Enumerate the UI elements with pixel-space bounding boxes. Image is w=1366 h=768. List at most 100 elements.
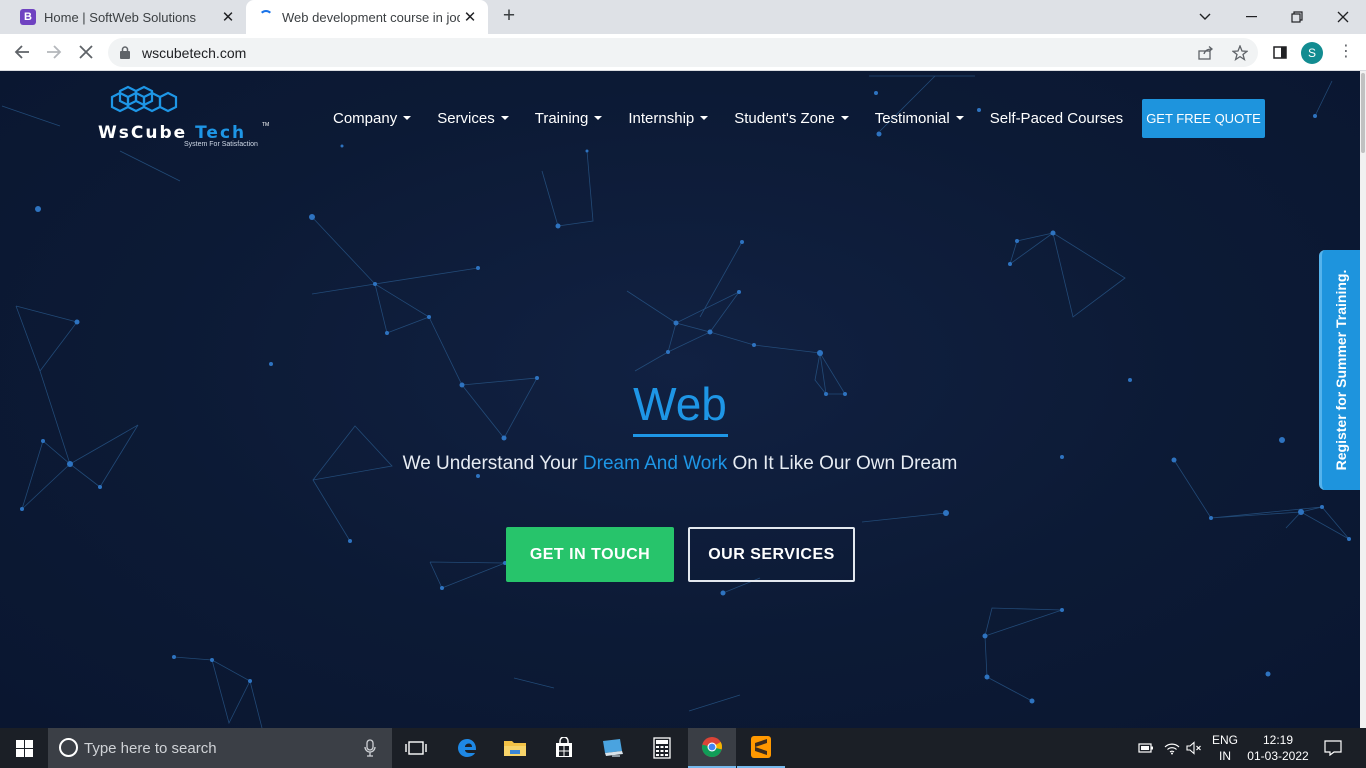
our-services-button[interactable]: OUR SERVICES — [688, 527, 855, 582]
nav-label: Testimonial — [874, 109, 950, 127]
hero-tagline: We Understand Your Dream And Work On It … — [330, 453, 1030, 475]
hero-rotating-word: Web — [633, 378, 727, 430]
caret-down-icon — [594, 116, 603, 120]
close-tab-icon[interactable]: ✕ — [218, 7, 238, 27]
taskbar-search-box[interactable]: Type here to search — [48, 728, 392, 768]
taskbar-chrome[interactable] — [688, 728, 736, 768]
profile-avatar[interactable]: S — [1301, 42, 1323, 64]
speaker-muted-icon[interactable] — [1184, 728, 1204, 768]
battery-icon[interactable] — [1136, 728, 1156, 768]
close-tab-icon[interactable]: ✕ — [460, 7, 480, 27]
notification-center-icon[interactable] — [1320, 728, 1346, 768]
tab-search-chevron-icon[interactable] — [1182, 0, 1228, 34]
windows-logo-icon — [15, 739, 33, 757]
clock-time: 12:19 — [1262, 733, 1294, 747]
get-in-touch-button[interactable]: GET IN TOUCH — [506, 527, 674, 582]
forward-button[interactable] — [40, 38, 68, 66]
minimize-button[interactable] — [1228, 0, 1274, 34]
tab-title: Home | SoftWeb Solutions — [44, 9, 196, 25]
chrome-icon — [701, 737, 723, 758]
microphone-icon[interactable] — [364, 739, 376, 762]
back-button[interactable] — [8, 38, 36, 66]
nav-item-internship[interactable]: Internship — [628, 109, 709, 127]
scrollbar-thumb[interactable] — [1361, 73, 1365, 153]
close-window-button[interactable] — [1320, 0, 1366, 34]
windows-start-button[interactable] — [0, 728, 48, 768]
lang-code: ENG — [1211, 733, 1238, 747]
cortana-icon — [59, 738, 78, 757]
task-view-icon — [405, 741, 427, 755]
caret-down-icon — [500, 116, 509, 120]
restore-button[interactable] — [1274, 0, 1320, 34]
tab-title: Web development course in jodh — [282, 9, 460, 25]
tagline-highlight: Dream And Work — [582, 453, 728, 474]
caret-down-icon — [700, 116, 709, 120]
taskbar-file-explorer[interactable] — [491, 728, 539, 768]
computer-icon — [603, 739, 623, 757]
nav-label: Internship — [628, 109, 695, 127]
browser-toolbar: wscubetech.com S ⋮ — [0, 34, 1366, 71]
calculator-icon — [653, 737, 671, 759]
browser-tab-strip: B Home | SoftWeb Solutions ✕ Web develop… — [0, 0, 1366, 34]
main-navigation: Company Services Training Internship Stu… — [333, 107, 1123, 129]
taskbar-store[interactable] — [540, 728, 588, 768]
nav-item-self-paced-courses[interactable]: Self-Paced Courses — [990, 110, 1123, 127]
task-view-button[interactable] — [392, 728, 440, 768]
web-page-viewport: WsCube Tech TM System For Satisfaction C… — [0, 71, 1360, 728]
input-language-indicator[interactable]: ENG IN — [1210, 732, 1240, 764]
menu-kebab-icon[interactable]: ⋮ — [1336, 43, 1356, 63]
address-bar[interactable]: wscubetech.com — [108, 38, 1258, 67]
lock-icon — [120, 46, 130, 64]
browser-tab-softweb[interactable]: B Home | SoftWeb Solutions ✕ — [8, 0, 246, 34]
sublime-text-icon — [751, 736, 771, 758]
taskbar-edge[interactable] — [443, 728, 491, 768]
share-icon[interactable] — [1198, 45, 1214, 61]
store-bag-icon — [556, 737, 572, 757]
hexagon-logo-icon — [110, 85, 178, 113]
url-text: wscubetech.com — [142, 45, 247, 61]
tagline-prefix: We Understand Your — [402, 453, 583, 474]
nav-item-services[interactable]: Services — [437, 110, 509, 127]
caret-down-icon — [955, 116, 964, 120]
stop-loading-button[interactable] — [72, 38, 100, 66]
logo-tagline: System For Satisfaction — [184, 141, 258, 148]
taskbar-remote-desktop[interactable] — [589, 728, 637, 768]
loading-spinner-icon — [258, 9, 274, 25]
nav-item-testimonial[interactable]: Testimonial — [875, 110, 964, 127]
browser-tab-wscube[interactable]: Web development course in jodh ✕ — [246, 0, 488, 34]
hero-underline — [633, 434, 728, 437]
wifi-icon[interactable] — [1162, 728, 1182, 768]
summer-training-side-tab[interactable]: Register for Summer Training. — [1319, 250, 1360, 490]
logo-wordmark: WsCube Tech — [98, 123, 246, 143]
side-tab-label: Register for Summer Training. — [1333, 269, 1349, 471]
windows-taskbar: Type here to search ENG IN 12:19 01-03-202… — [0, 728, 1366, 768]
caret-down-icon — [403, 116, 412, 120]
edge-icon — [458, 739, 477, 757]
nav-label: Self-Paced Courses — [989, 109, 1124, 127]
search-placeholder: Type here to search — [84, 740, 217, 757]
bootstrap-favicon-icon: B — [20, 9, 36, 25]
nav-item-company[interactable]: Company — [333, 109, 412, 127]
logo-word-wscube: WsCube — [98, 123, 188, 143]
page-scrollbar[interactable] — [1360, 71, 1366, 728]
new-tab-button[interactable]: + — [498, 5, 520, 28]
system-clock[interactable]: 12:19 01-03-2022 — [1244, 732, 1312, 764]
nav-label: Company — [333, 109, 398, 127]
tagline-suffix: On It Like Our Own Dream — [727, 453, 958, 474]
nav-item-training[interactable]: Training — [535, 110, 603, 127]
bookmark-star-icon[interactable] — [1232, 45, 1248, 61]
logo-trademark: TM — [262, 122, 270, 128]
get-free-quote-button[interactable]: GET FREE QUOTE — [1142, 99, 1265, 138]
nav-item-students-zone[interactable]: Student's Zone — [734, 109, 849, 127]
side-panel-icon[interactable] — [1266, 38, 1294, 66]
clock-date: 01-03-2022 — [1247, 749, 1309, 763]
logo-word-tech: Tech — [195, 123, 247, 143]
nav-label: Student's Zone — [734, 109, 835, 127]
folder-icon — [504, 741, 526, 756]
wscube-logo[interactable]: WsCube Tech TM System For Satisfaction — [96, 85, 274, 151]
taskbar-calculator[interactable] — [638, 728, 686, 768]
taskbar-sublime-text[interactable] — [737, 728, 785, 768]
region-code: IN — [1219, 749, 1231, 763]
caret-down-icon — [840, 116, 849, 120]
nav-label: Services — [437, 109, 495, 127]
